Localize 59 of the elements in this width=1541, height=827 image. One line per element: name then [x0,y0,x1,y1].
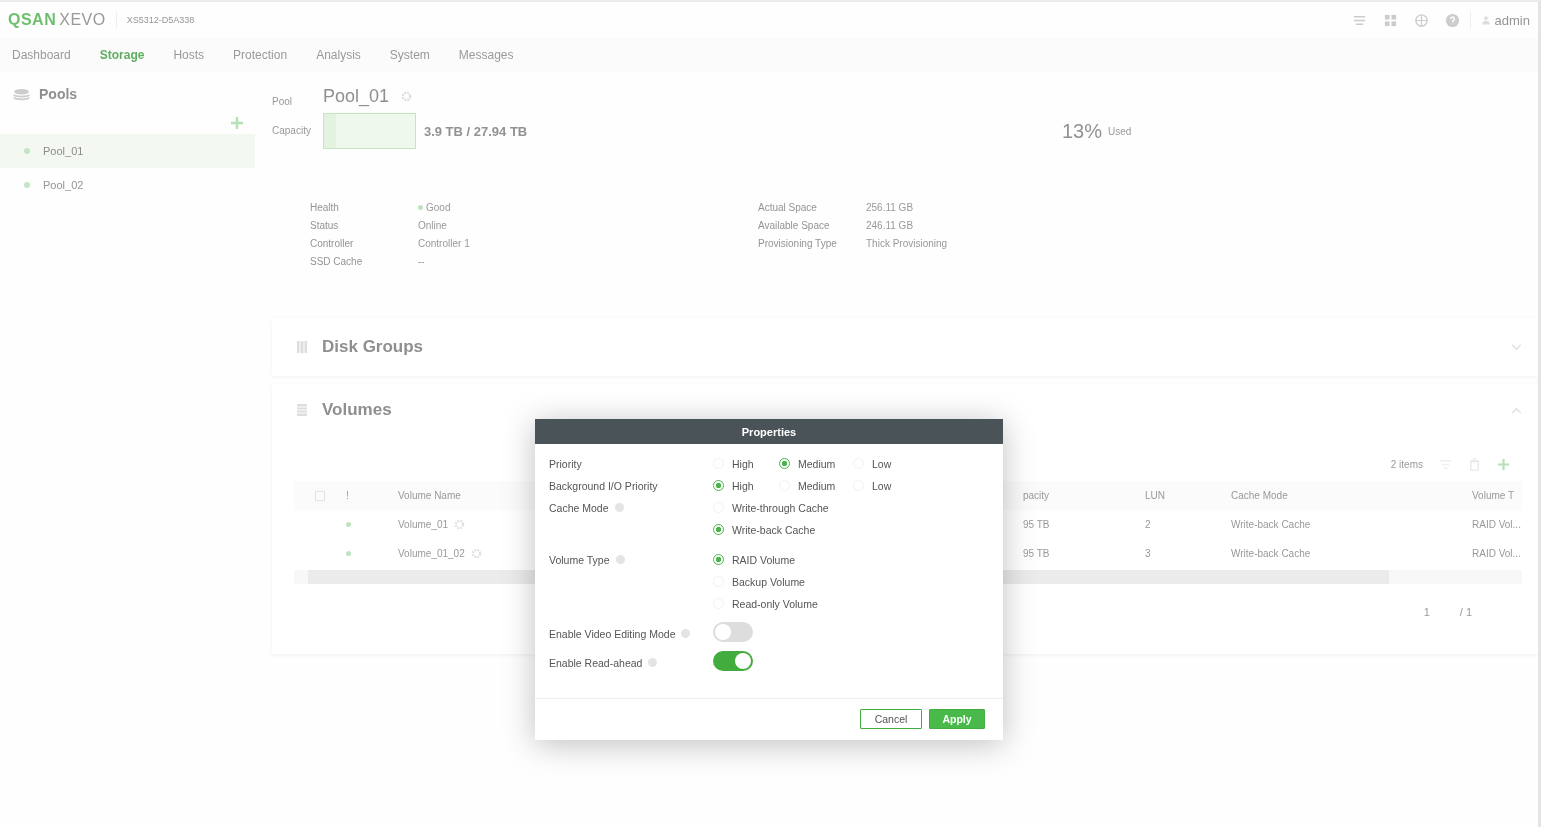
item-count: 2 items [1390,459,1423,470]
detail-value: 246.11 GB [866,220,915,231]
logo: QSAN XEVO [8,11,106,29]
table-cell-text: 2 [1145,519,1152,530]
field-label: Enable Video Editing Mode [549,628,676,640]
page-total: / 1 [1459,606,1472,618]
used-label: Used [1107,125,1132,137]
detail-value: Controller 1 [418,238,470,249]
option-label: Backup Volume [732,575,805,588]
column-header: pacity [1022,490,1051,501]
column-header: Cache Mode [1231,490,1289,501]
detail-label: Actual Space [758,202,818,213]
option-label: Write-back Cache [732,523,816,536]
detail-label: Status [310,220,340,231]
option-label: Medium [798,479,836,492]
detail-label: SSD Cache [310,256,364,267]
table-cell-text: 95 TB [1022,548,1051,559]
table-cell-text: 3 [1145,548,1152,559]
option-label: High [732,457,754,470]
panel-title: Volumes [322,400,392,420]
used-percent: 13% [1061,119,1102,143]
detail-label: Provisioning Type [758,238,838,249]
option-label: Low [872,479,892,492]
table-cell: RAID Vol... [1472,519,1522,530]
option-label: Medium [798,457,836,470]
option-label: Low [872,457,892,470]
device-serial: XS5312-D5A338 [126,15,195,25]
detail-label: Controller [310,238,355,249]
column-header: Volume Name [398,490,462,501]
dialog-title: Properties [535,419,1003,444]
table-cell-text: 95 TB [1022,519,1051,530]
detail-value: Good [426,202,451,213]
capacity-text: 3.9 TB / 27.94 TB [423,123,529,139]
field-label: Volume Type [549,554,610,566]
table-cell: RAID Vol... [1472,548,1522,559]
pool-name: Pool_01 [322,86,389,107]
column-header: Volume T [1472,490,1516,501]
detail-value: 256.11 GB [866,202,915,213]
field-label: Priority [549,458,582,470]
table-cell-text: Write-back Cache [1231,548,1312,559]
option-label: Read-only Volume [732,597,818,610]
option-label: Write-through Cache [732,501,829,514]
field-label: Cache Mode [549,502,609,514]
field-label: Enable Read-ahead [549,657,643,669]
detail-label: Available Space [758,220,831,231]
table-cell-text: Write-back Cache [1231,519,1312,530]
column-header: ! [346,490,350,501]
detail-value: Online [418,220,447,231]
detail-value: -- [418,256,425,267]
detail-label: Health [310,202,340,213]
option-label: RAID Volume [732,553,796,566]
sidebar-title: Pools [39,86,78,102]
panel-title: Disk Groups [322,337,424,357]
pool-label: Pool [272,96,293,107]
option-label: High [732,479,754,492]
capacity-label: Capacity [272,125,311,136]
field-label: Background I/O Priority [549,480,658,492]
column-header: LUN [1145,490,1166,501]
detail-value: Thick Provisioning [866,238,949,249]
